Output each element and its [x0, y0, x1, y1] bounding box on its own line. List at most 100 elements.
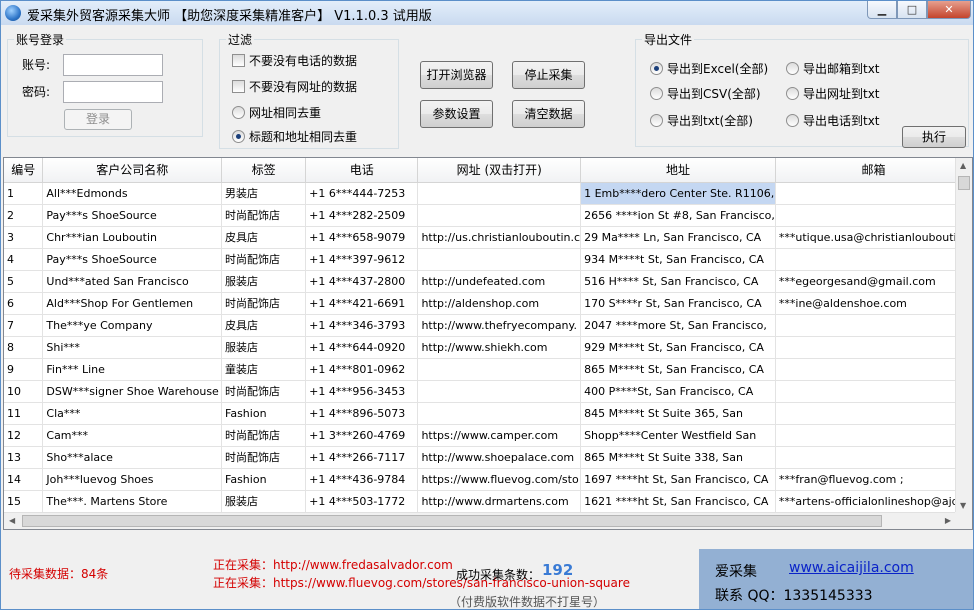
cell-id[interactable]: 8: [4, 336, 44, 359]
cell-tag[interactable]: 童装店: [221, 358, 307, 381]
cell-tag[interactable]: 男装店: [221, 182, 307, 205]
cell-email[interactable]: [775, 314, 972, 337]
cell-url[interactable]: http://www.drmartens.com: [417, 490, 582, 513]
cell-company[interactable]: Shi***: [42, 336, 223, 359]
cell-email[interactable]: ***egeorgesand@gmail.com: [775, 270, 972, 293]
dedupe-url-radio[interactable]: 网址相同去重: [232, 104, 321, 121]
cell-address[interactable]: 516 H**** St, San Francisco, CA: [580, 270, 776, 293]
table-row[interactable]: 10 DSW***signer Shoe Warehouse 时尚配饰店 +1 4**…: [4, 380, 972, 403]
cell-email[interactable]: ***fran@fluevog.com ;: [775, 468, 972, 491]
col-header-url[interactable]: 网址 (双击打开): [417, 158, 582, 183]
cell-url[interactable]: http://www.shoepalace.com: [417, 446, 582, 469]
cell-tag[interactable]: 时尚配饰店: [221, 248, 307, 271]
cell-url[interactable]: http://www.thefryecompany.: [417, 314, 582, 337]
cell-phone[interactable]: +1 3***260-4769: [305, 424, 419, 447]
maximize-button[interactable]: □: [897, 1, 927, 19]
cell-id[interactable]: 11: [4, 402, 44, 425]
cell-url[interactable]: https://www.fluevog.com/sto: [417, 468, 582, 491]
login-button[interactable]: 登录: [64, 109, 132, 130]
cell-company[interactable]: The***. Martens Store: [42, 490, 223, 513]
cell-url[interactable]: [417, 204, 582, 227]
results-table[interactable]: 编号 客户公司名称 标签 电话 网址 (双击打开) 地址 邮箱 1 All***E…: [3, 157, 973, 530]
cell-phone[interactable]: +1 4***266-7117: [305, 446, 419, 469]
username-input[interactable]: [63, 54, 163, 76]
close-button[interactable]: ✕: [927, 1, 971, 19]
cell-address[interactable]: 1 Emb****dero Center Ste. R1106,: [580, 182, 776, 205]
cell-company[interactable]: Pay***s ShoeSource: [42, 204, 223, 227]
open-browser-button[interactable]: 打开浏览器: [420, 61, 493, 89]
cell-phone[interactable]: +1 4***644-0920: [305, 336, 419, 359]
cell-url[interactable]: [417, 182, 582, 205]
cell-id[interactable]: 1: [4, 182, 44, 205]
cell-url[interactable]: http://undefeated.com: [417, 270, 582, 293]
settings-button[interactable]: 参数设置: [420, 100, 493, 128]
cell-email[interactable]: [775, 182, 972, 205]
cell-company[interactable]: Cam***: [42, 424, 223, 447]
cell-id[interactable]: 6: [4, 292, 44, 315]
cell-id[interactable]: 3: [4, 226, 44, 249]
cell-address[interactable]: 2047 ****more St, San Francisco,: [580, 314, 776, 337]
col-header-phone[interactable]: 电话: [305, 158, 419, 183]
table-row[interactable]: 13 Sho***alace 时尚配饰店 +1 4***266-7117 http://…: [4, 446, 972, 469]
cell-email[interactable]: [775, 336, 972, 359]
export-url-radio[interactable]: 导出网址到txt: [786, 85, 880, 102]
cell-phone[interactable]: +1 4***421-6691: [305, 292, 419, 315]
execute-button[interactable]: 执行: [902, 126, 966, 148]
cell-tag[interactable]: 皮具店: [221, 226, 307, 249]
cell-tag[interactable]: 服装店: [221, 490, 307, 513]
table-row[interactable]: 8 Shi*** 服装店 +1 4***644-0920 http://www.shie…: [4, 336, 972, 359]
export-txt-radio[interactable]: 导出到txt(全部): [650, 112, 753, 129]
cell-url[interactable]: http://aldenshop.com: [417, 292, 582, 315]
export-email-radio[interactable]: 导出邮箱到txt: [786, 60, 880, 77]
table-row[interactable]: 3 Chr***ian Louboutin 皮具店 +1 4***658-9079 ht…: [4, 226, 972, 249]
cell-id[interactable]: 4: [4, 248, 44, 271]
scroll-down-arrow-icon[interactable]: ▼: [960, 501, 966, 510]
cell-company[interactable]: Cla***: [42, 402, 223, 425]
cell-email[interactable]: [775, 204, 972, 227]
cell-id[interactable]: 5: [4, 270, 44, 293]
cell-address[interactable]: 845 M****t St Suite 365, San: [580, 402, 776, 425]
cell-phone[interactable]: +1 4***896-5073: [305, 402, 419, 425]
col-header-tag[interactable]: 标签: [221, 158, 307, 183]
table-row[interactable]: 5 Und***ated San Francisco 服装店 +1 4***437-2…: [4, 270, 972, 293]
col-header-email[interactable]: 邮箱: [775, 158, 972, 183]
cell-email[interactable]: [775, 358, 972, 381]
cell-address[interactable]: 1697 ****ht St, San Francisco, CA: [580, 468, 776, 491]
cell-email[interactable]: [775, 402, 972, 425]
cell-address[interactable]: 929 M****t St, San Francisco, CA: [580, 336, 776, 359]
table-row[interactable]: 2 Pay***s ShoeSource 时尚配饰店 +1 4***282-2509 2…: [4, 204, 972, 227]
cell-company[interactable]: Sho***alace: [42, 446, 223, 469]
cell-tag[interactable]: 时尚配饰店: [221, 380, 307, 403]
dedupe-title-address-radio[interactable]: 标题和地址相同去重: [232, 128, 357, 145]
cell-id[interactable]: 2: [4, 204, 44, 227]
cell-email[interactable]: ***artens-officialonlineshop@ajdw.: [775, 490, 972, 513]
cell-url[interactable]: [417, 380, 582, 403]
brand-website-link[interactable]: www.aicaijila.com: [789, 560, 914, 576]
col-header-id[interactable]: 编号: [4, 158, 44, 183]
cell-company[interactable]: All***Edmonds: [42, 182, 223, 205]
cell-tag[interactable]: Fashion: [221, 402, 307, 425]
cell-address[interactable]: 1621 ****ht St, San Francisco, CA: [580, 490, 776, 513]
cell-company[interactable]: Ald***Shop For Gentlemen: [42, 292, 223, 315]
cell-url[interactable]: [417, 402, 582, 425]
cell-phone[interactable]: +1 4***956-3453: [305, 380, 419, 403]
cell-url[interactable]: http://www.shiekh.com: [417, 336, 582, 359]
table-row[interactable]: 12 Cam*** 时尚配饰店 +1 3***260-4769 https://www.…: [4, 424, 972, 447]
cell-phone[interactable]: +1 4***658-9079: [305, 226, 419, 249]
cell-id[interactable]: 7: [4, 314, 44, 337]
cell-address[interactable]: 400 P****St, San Francisco, CA: [580, 380, 776, 403]
vertical-scroll-thumb[interactable]: [958, 176, 970, 190]
cell-phone[interactable]: +1 4***282-2509: [305, 204, 419, 227]
cell-tag[interactable]: 服装店: [221, 270, 307, 293]
cell-address[interactable]: 170 S****r St, San Francisco, CA: [580, 292, 776, 315]
minimize-button[interactable]: ▁: [867, 1, 897, 19]
cell-url[interactable]: http://us.christianlouboutin.c: [417, 226, 582, 249]
title-bar[interactable]: 爱采集外贸客源采集大师 【助您深度采集精准客户】 V1.1.0.3 试用版 ▁ …: [1, 1, 973, 25]
export-phone-radio[interactable]: 导出电话到txt: [786, 112, 880, 129]
cell-tag[interactable]: 时尚配饰店: [221, 446, 307, 469]
stop-collect-button[interactable]: 停止采集: [512, 61, 585, 89]
cell-company[interactable]: Chr***ian Louboutin: [42, 226, 223, 249]
cell-id[interactable]: 15: [4, 490, 44, 513]
no-url-checkbox[interactable]: 不要没有网址的数据: [232, 78, 357, 95]
cell-id[interactable]: 9: [4, 358, 44, 381]
